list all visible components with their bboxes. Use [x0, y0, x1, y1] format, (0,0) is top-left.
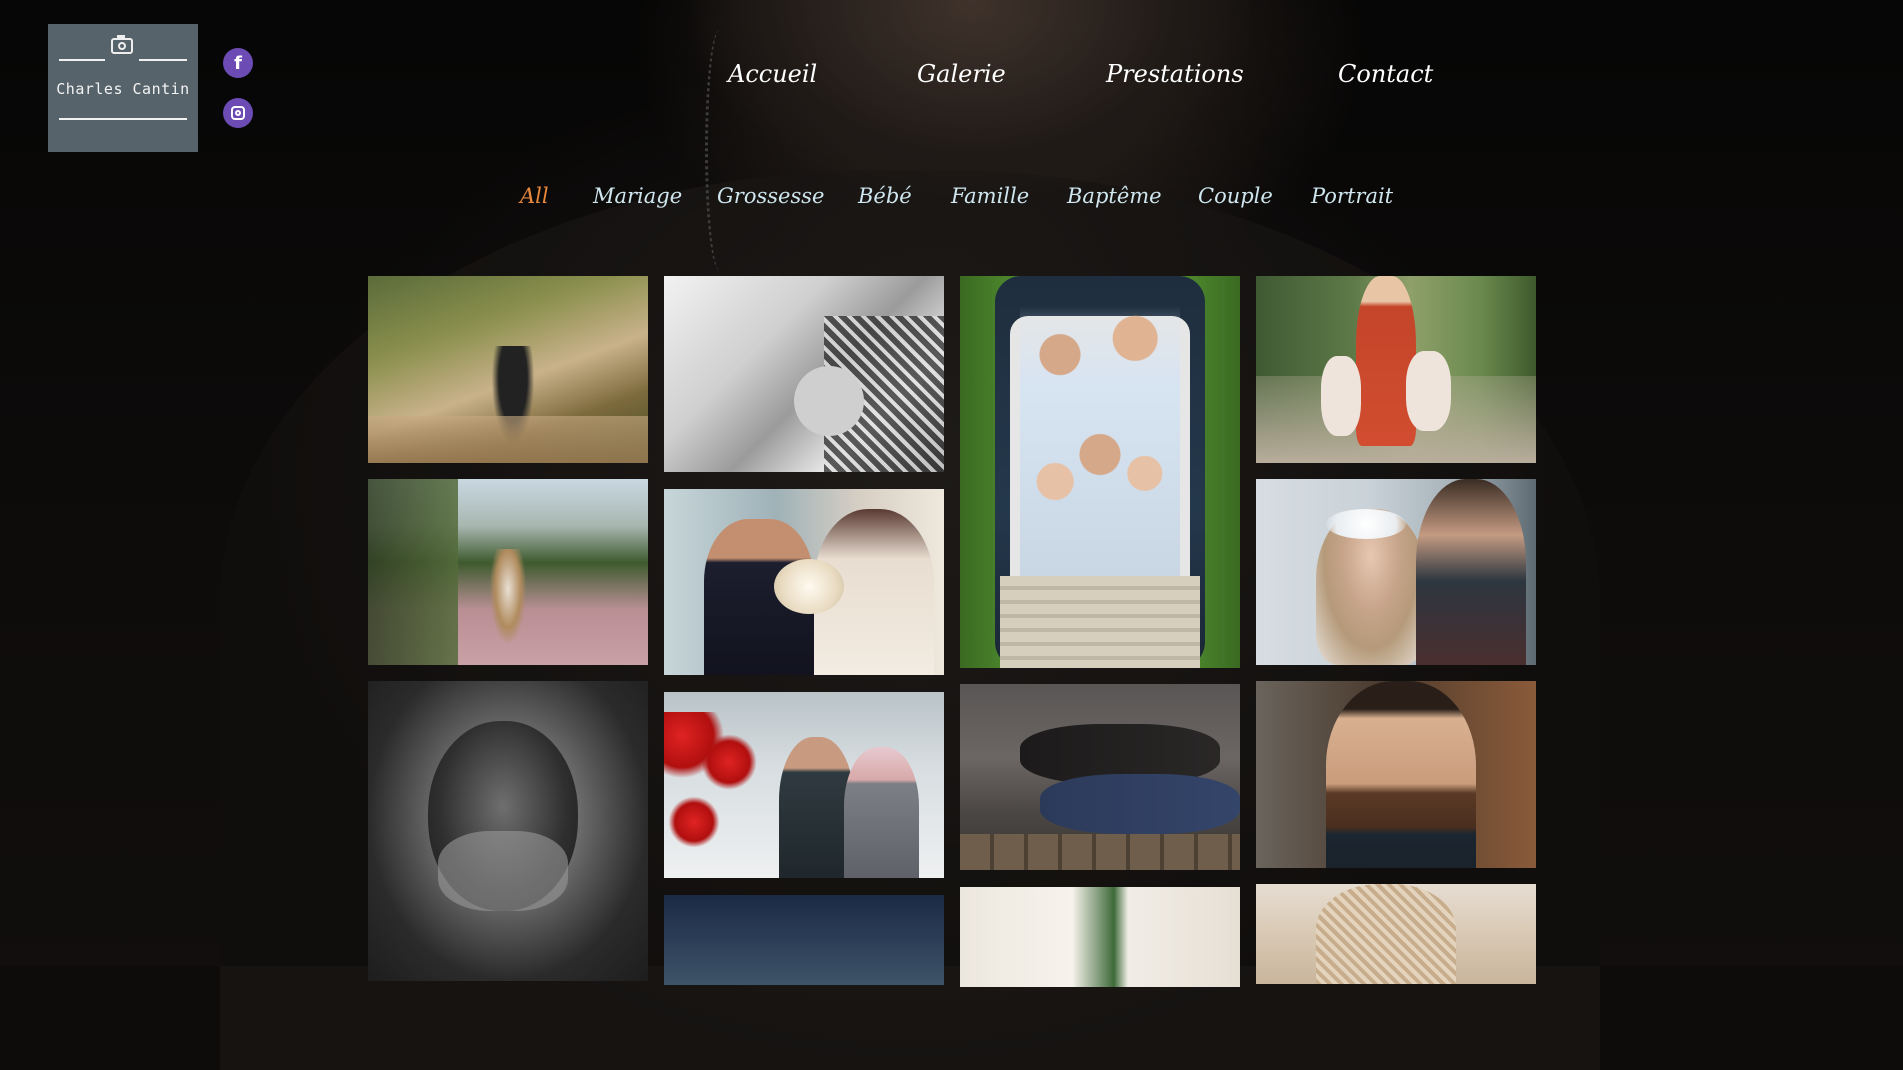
nav-contact[interactable]: Contact [1338, 60, 1433, 88]
filter-bapteme[interactable]: Baptême [1067, 184, 1162, 208]
gallery-photo[interactable] [664, 895, 944, 985]
gallery-filters: All Mariage Grossesse Bébé Famille Baptê… [0, 184, 1903, 220]
instagram-icon[interactable] [223, 98, 253, 128]
gallery-photo[interactable] [368, 681, 648, 981]
filter-couple[interactable]: Couple [1198, 184, 1273, 208]
filter-all[interactable]: All [520, 184, 549, 208]
logo-line-bottom [59, 118, 187, 120]
gallery-photo[interactable] [960, 276, 1240, 668]
gallery-photo[interactable] [960, 887, 1240, 987]
gallery-photo[interactable] [664, 489, 944, 675]
instagram-glyph [231, 106, 245, 120]
background-overlay [0, 0, 1903, 966]
gallery-photo[interactable] [960, 684, 1240, 870]
gallery-photo[interactable] [368, 479, 648, 665]
gallery-photo[interactable] [1256, 479, 1536, 665]
filter-mariage[interactable]: Mariage [593, 184, 682, 208]
filter-famille[interactable]: Famille [951, 184, 1029, 208]
nav-prestations[interactable]: Prestations [1106, 60, 1244, 88]
gallery-photo[interactable] [664, 276, 944, 472]
gallery-photo[interactable] [664, 692, 944, 878]
main-nav: Accueil Galerie Prestations Contact [0, 60, 1903, 100]
camera-icon [111, 35, 133, 54]
gallery-photo[interactable] [368, 276, 648, 463]
filter-bebe[interactable]: Bébé [858, 184, 912, 208]
nav-accueil[interactable]: Accueil [728, 60, 817, 88]
filter-portrait[interactable]: Portrait [1311, 184, 1393, 208]
gallery-photo[interactable] [1256, 681, 1536, 868]
filter-grossesse[interactable]: Grossesse [717, 184, 824, 208]
nav-galerie[interactable]: Galerie [917, 60, 1006, 88]
gallery-photo[interactable] [1256, 884, 1536, 984]
gallery-photo[interactable] [1256, 276, 1536, 463]
